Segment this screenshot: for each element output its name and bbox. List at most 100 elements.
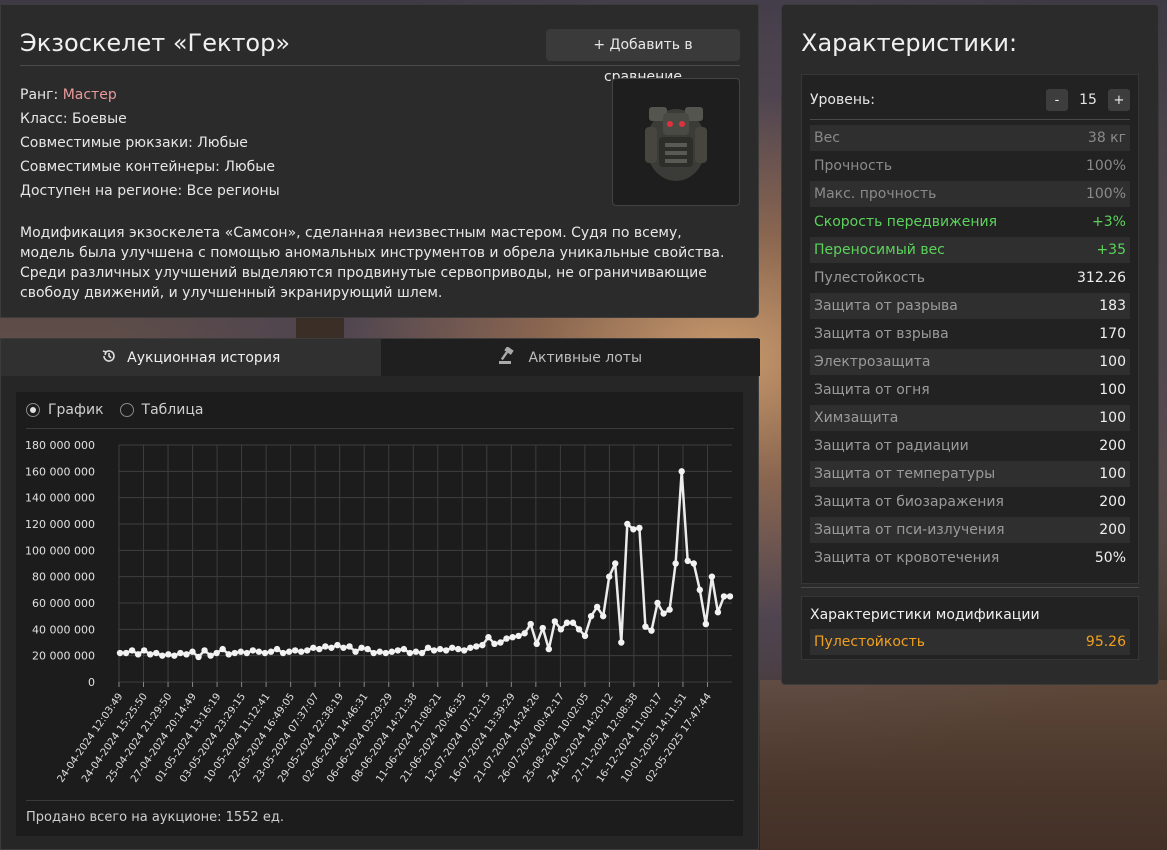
characteristics-list: Уровень: - 15 + Вес 38 кг Прочность 100% Мак… <box>801 74 1139 584</box>
price-point <box>690 560 697 567</box>
price-point <box>255 648 263 655</box>
y-tick-label: 100 000 000 <box>25 544 95 557</box>
price-point <box>364 645 371 653</box>
item-description: Модификация экзоскелета «Самсон», сделан… <box>20 225 725 301</box>
history-icon <box>101 348 117 368</box>
price-point <box>177 649 184 657</box>
stat-name: Защита от взрыва <box>814 326 949 342</box>
stat-name: Макс. прочность <box>814 186 937 202</box>
rank-label: Ранг: <box>20 87 59 103</box>
price-line-chart: 180 000 000 160 000 000 140 000 000 120 000… <box>25 439 734 785</box>
price-point <box>551 618 559 625</box>
price-point <box>237 648 244 655</box>
price-point <box>666 606 673 613</box>
stat-row: Защита от огня 100 <box>810 377 1130 403</box>
level-decrease-button[interactable]: - <box>1046 89 1068 111</box>
price-point <box>316 645 323 653</box>
price-point <box>201 647 208 654</box>
stat-name: Электрозащита <box>814 354 931 370</box>
radio-unselected-icon <box>119 403 134 417</box>
price-point <box>606 573 613 580</box>
level-increase-button[interactable]: + <box>1108 89 1130 111</box>
price-point <box>291 647 299 654</box>
price-point <box>418 649 426 657</box>
price-point <box>461 647 468 654</box>
stat-name: Пулестойкость <box>814 270 926 286</box>
price-point <box>467 644 474 651</box>
radio-chart-label: График <box>48 402 104 418</box>
price-point <box>261 649 269 657</box>
price-point <box>654 599 661 607</box>
stat-row: Пулестойкость 312.26 <box>810 265 1130 291</box>
price-chart-container: График Таблица 180 000 000 160 000 000 140… <box>16 392 743 836</box>
stat-row: Защита от температуры 100 <box>810 461 1130 487</box>
price-point <box>159 652 166 659</box>
stat-row: Защита от биозаражения 200 <box>810 489 1130 515</box>
y-tick-label: 140 000 000 <box>25 492 95 505</box>
price-point <box>279 649 287 657</box>
tab-active-lots-label: Активные лоты <box>528 349 643 366</box>
rank-value: Мастер <box>62 87 117 103</box>
stat-row: Электрозащита 100 <box>810 349 1130 375</box>
price-point <box>146 651 154 658</box>
divider <box>26 428 734 429</box>
add-to-compare-button[interactable]: + Добавить в сравнение <box>546 29 740 85</box>
stat-name: Защита от разрыва <box>814 298 958 314</box>
stat-value: 200 <box>1099 522 1126 538</box>
price-point <box>116 649 124 657</box>
radio-selected-icon <box>26 403 40 417</box>
price-point <box>575 626 583 633</box>
stat-row: Переносимый вес +35 <box>810 237 1130 263</box>
tab-active-lots[interactable]: Активные лоты <box>380 339 760 376</box>
stat-name: Защита от температуры <box>814 466 996 482</box>
price-point <box>503 635 510 642</box>
stat-row: Макс. прочность 100% <box>810 181 1130 207</box>
stat-value: 50% <box>1094 550 1126 566</box>
level-value: 15 <box>1079 92 1097 108</box>
price-point <box>587 612 595 620</box>
rank-row: Ранг: Мастер <box>20 83 280 107</box>
exoskeleton-icon <box>645 107 707 181</box>
characteristics-title: Характеристики: <box>801 29 1018 57</box>
stat-name: Защита от биозаражения <box>814 494 1004 510</box>
stat-row: Вес 38 кг <box>810 125 1130 151</box>
stat-value: 100 <box>1099 466 1126 482</box>
price-point <box>128 647 136 654</box>
radio-table[interactable]: Таблица <box>119 402 203 418</box>
price-point <box>304 647 311 654</box>
price-point <box>189 648 196 655</box>
price-point <box>648 627 655 634</box>
item-image <box>612 78 740 206</box>
radio-chart[interactable]: График <box>26 402 104 418</box>
price-point <box>334 641 341 649</box>
stat-row: Защита от кровотечения 50% <box>810 545 1130 571</box>
price-point <box>213 649 220 657</box>
price-point <box>497 639 504 646</box>
price-point <box>509 634 516 641</box>
stat-name: Скорость передвижения <box>814 214 997 230</box>
price-point <box>370 649 377 657</box>
price-point <box>231 649 238 657</box>
price-point <box>630 526 637 533</box>
price-point <box>140 647 148 654</box>
price-point <box>527 620 534 628</box>
level-row: Уровень: - 15 + <box>810 85 1130 115</box>
price-point <box>153 649 160 657</box>
price-point <box>436 645 444 653</box>
stat-name: Химзащита <box>814 410 899 426</box>
backpacks-row: Совместимые рюкзаки: Любые <box>20 135 248 151</box>
price-point <box>533 640 540 648</box>
stat-value: 200 <box>1099 438 1126 454</box>
stat-value: 170 <box>1099 326 1126 342</box>
price-point <box>243 649 251 657</box>
tab-auction-history[interactable]: Аукционная история <box>1 339 381 376</box>
level-label: Уровень: <box>810 92 875 108</box>
price-point <box>406 649 414 657</box>
item-properties: Ранг: Мастер Класс: Боевые Совместимые р… <box>20 83 280 203</box>
stat-name: Прочность <box>814 158 893 174</box>
divider <box>801 587 1139 588</box>
modification-row: Пулестойкость 95.26 <box>810 629 1130 655</box>
divider <box>810 119 1130 120</box>
price-point <box>545 645 553 653</box>
price-point <box>219 645 226 653</box>
